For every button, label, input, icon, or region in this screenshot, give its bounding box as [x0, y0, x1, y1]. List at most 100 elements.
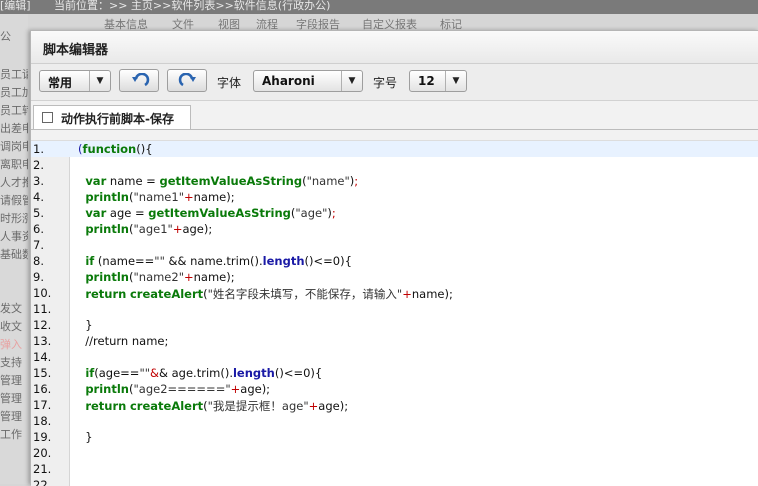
mode-select[interactable]: 常用 ▼ [39, 70, 111, 92]
script-editor-dialog: 脚本编辑器 常用 ▼ 字体 Aharoni ▼ 字号 12 ▼ 动作执行前脚本-… [30, 30, 758, 486]
line-number: 14. [33, 350, 52, 364]
chevron-down-icon: ▼ [341, 71, 362, 91]
background-sidebar-item[interactable]: 管理 [0, 372, 28, 388]
code-editor[interactable]: 1. (function(){ 2. 3. var name = getItemV… [31, 140, 758, 486]
background-sidebar-item[interactable]: 员工请 [0, 66, 28, 82]
background-sidebar-item[interactable]: 管理 [0, 390, 28, 406]
line-number: 5. [33, 206, 44, 220]
line-number: 9. [33, 270, 44, 284]
line-number: 13. [33, 334, 52, 348]
code-line[interactable]: 19. } [31, 429, 758, 445]
background-sidebar-item[interactable]: 请假管 [0, 192, 28, 208]
code-file-icon [42, 112, 53, 123]
code-line[interactable]: 16. println("age2======"+age); [31, 381, 758, 397]
background-sidebar-item[interactable]: 工作 [0, 426, 28, 442]
line-number: 19. [33, 430, 52, 444]
code-line[interactable]: 6. println("age1"+age); [31, 221, 758, 237]
line-number: 22. [33, 478, 52, 486]
line-number: 17. [33, 398, 52, 412]
dialog-title-bar[interactable]: 脚本编辑器 [31, 31, 758, 64]
background-sidebar: 公 员工请 员工加 员工转 出差申 调岗申 离职申 人才推 请假管 时形涨 人事… [0, 14, 28, 484]
line-number: 4. [33, 190, 44, 204]
line-number: 1. [33, 142, 44, 156]
code-line[interactable]: 14. [31, 349, 758, 365]
background-edit-label: [编辑] [0, 0, 31, 12]
font-select[interactable]: Aharoni ▼ [253, 70, 363, 92]
undo-icon [132, 73, 150, 87]
background-sidebar-item[interactable]: 公 [0, 28, 28, 44]
code-line[interactable]: 10. return createAlert("姓名字段未填写，不能保存，请输入… [31, 285, 758, 301]
code-text: println("age2======"+age); [85, 382, 271, 396]
line-number: 20. [33, 446, 52, 460]
undo-button[interactable] [119, 69, 159, 92]
code-text: } [78, 318, 93, 332]
line-number: 10. [33, 286, 52, 300]
code-text: return createAlert("我是提示框！age"+age); [85, 399, 349, 413]
code-line[interactable]: 4. println("name1"+name); [31, 189, 758, 205]
tab-label: 动作执行前脚本-保存 [61, 112, 174, 126]
background-sidebar-item[interactable]: 离职申 [0, 156, 28, 172]
background-header: [编辑] 当前位置：>> 主页>>软件列表>>软件信息(行政办公) [0, 0, 758, 14]
background-sidebar-item[interactable]: 出差申 [0, 120, 28, 136]
background-sidebar-item[interactable]: 收文 [0, 318, 28, 334]
code-line[interactable]: 12. } [31, 317, 758, 333]
size-label: 字号 [373, 76, 398, 90]
background-sidebar-item[interactable]: 时形涨 [0, 210, 28, 226]
code-text: if(age==""&& age.trim().length()<=0){ [85, 366, 323, 380]
background-sidebar-item[interactable]: 调岗申 [0, 138, 28, 154]
code-line[interactable]: 8. if (name=="" && name.trim().length()<… [31, 253, 758, 269]
background-sidebar-item[interactable]: 基础数 [0, 246, 28, 262]
code-line[interactable]: 18. [31, 413, 758, 429]
line-number: 15. [33, 366, 52, 380]
code-line[interactable]: 20. [31, 445, 758, 461]
background-sidebar-item[interactable]: 支持 [0, 354, 28, 370]
code-line[interactable]: 13. //return name; [31, 333, 758, 349]
background-sidebar-item[interactable]: 发文 [0, 300, 28, 316]
tab-before-save-script[interactable]: 动作执行前脚本-保存 [33, 105, 191, 129]
line-number: 7. [33, 238, 44, 252]
font-label: 字体 [217, 76, 242, 90]
background-sidebar-item[interactable]: 员工转 [0, 102, 28, 118]
dialog-title: 脚本编辑器 [43, 43, 109, 58]
code-line[interactable]: 5. var age = getItemValueAsString("age")… [31, 205, 758, 221]
editor-tabbar: 动作执行前脚本-保存 [31, 101, 758, 130]
background-sidebar-item[interactable]: 管理 [0, 408, 28, 424]
code-line[interactable]: 7. [31, 237, 758, 253]
line-number: 12. [33, 318, 52, 332]
code-line[interactable]: 17. return createAlert("我是提示框！age"+age); [31, 397, 758, 413]
code-text: //return name; [78, 334, 169, 348]
code-text: if (name=="" && name.trim().length()<=0)… [85, 254, 352, 268]
chevron-down-icon: ▼ [445, 71, 466, 91]
chevron-down-icon: ▼ [89, 71, 110, 91]
background-sidebar-item[interactable]: 员工加 [0, 84, 28, 100]
code-text: } [78, 430, 93, 444]
background-sidebar-item[interactable]: 人事资 [0, 228, 28, 244]
code-line[interactable]: 15. if(age==""&& age.trim().length()<=0)… [31, 365, 758, 381]
size-select-value: 12 [418, 74, 435, 88]
code-line[interactable]: 21. [31, 461, 758, 477]
editor-toolbar: 常用 ▼ 字体 Aharoni ▼ 字号 12 ▼ [31, 64, 758, 101]
code-text: return createAlert("姓名字段未填写，不能保存，请输入"+na… [85, 287, 453, 301]
code-text: println("name2"+name); [85, 270, 235, 284]
line-number: 8. [33, 254, 44, 268]
background-sidebar-item[interactable]: 弹入 [0, 336, 28, 352]
code-line[interactable]: 9. println("name2"+name); [31, 269, 758, 285]
redo-button[interactable] [167, 69, 207, 92]
code-text: println("age1"+age); [85, 222, 213, 236]
background-sidebar-item[interactable]: 人才推 [0, 174, 28, 190]
line-number: 21. [33, 462, 52, 476]
code-line[interactable]: 11. [31, 301, 758, 317]
line-number: 18. [33, 414, 52, 428]
code-line[interactable]: 2. [31, 157, 758, 173]
code-line[interactable]: 3. var name = getItemValueAsString("name… [31, 173, 758, 189]
mode-select-value: 常用 [48, 76, 73, 90]
background-breadcrumb: 当前位置：>> 主页>>软件列表>>软件信息(行政办公) [54, 0, 331, 12]
font-select-value: Aharoni [262, 74, 315, 88]
line-number: 6. [33, 222, 44, 236]
code-line[interactable]: 1. (function(){ [31, 141, 758, 157]
code-text: var age = getItemValueAsString("age"); [85, 206, 336, 220]
size-select[interactable]: 12 ▼ [409, 70, 467, 92]
line-number: 2. [33, 158, 44, 172]
code-line[interactable]: 22. [31, 477, 758, 486]
code-text: var name = getItemValueAsString("name"); [85, 174, 359, 188]
